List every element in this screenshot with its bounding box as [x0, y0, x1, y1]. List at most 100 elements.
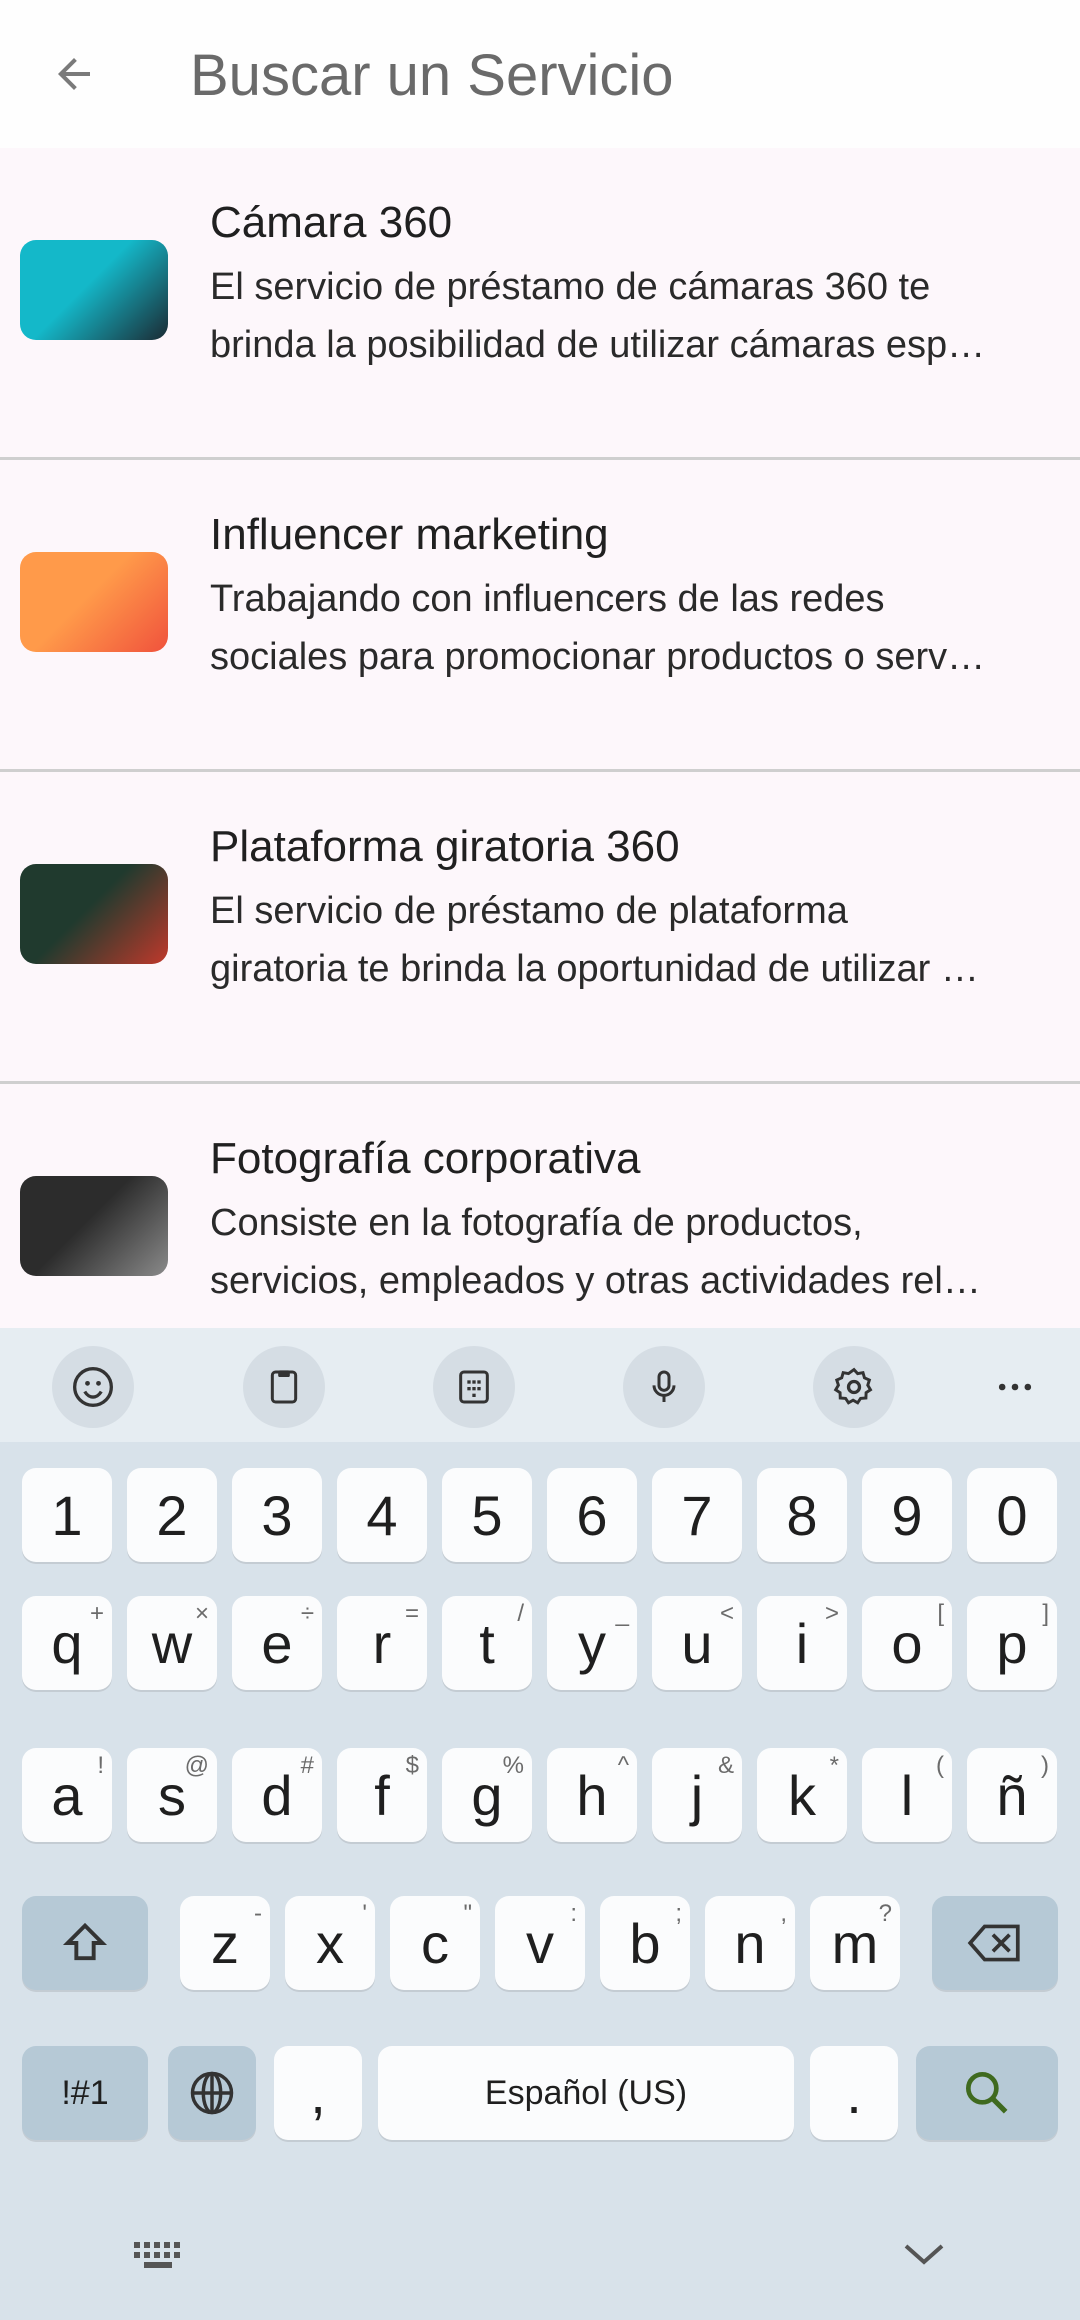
- key-1[interactable]: 1: [22, 1468, 112, 1562]
- settings-icon[interactable]: [813, 1346, 895, 1428]
- key-5[interactable]: 5: [442, 1468, 532, 1562]
- key-label: i: [795, 1611, 809, 1675]
- key-3[interactable]: 3: [232, 1468, 322, 1562]
- key-hint: ÷: [300, 1600, 314, 1627]
- search-input[interactable]: Buscar un Servicio: [190, 36, 1050, 116]
- language-key[interactable]: [168, 2046, 256, 2140]
- key-v[interactable]: v:: [495, 1896, 585, 1990]
- key-w[interactable]: w ×: [127, 1596, 217, 1690]
- key-d[interactable]: d #: [232, 1748, 322, 1842]
- key-period[interactable]: .: [810, 2046, 898, 2140]
- key-label: g: [471, 1763, 503, 1827]
- key-m[interactable]: m?: [810, 1896, 900, 1990]
- key-s[interactable]: s @: [127, 1748, 217, 1842]
- key-comma[interactable]: ,: [274, 2046, 362, 2140]
- key-hint: $: [405, 1752, 419, 1779]
- key-4[interactable]: 4: [337, 1468, 427, 1562]
- key-0[interactable]: 0: [967, 1468, 1057, 1562]
- key-u[interactable]: u <: [652, 1596, 742, 1690]
- back-button[interactable]: [40, 40, 108, 108]
- key-8[interactable]: 8: [757, 1468, 847, 1562]
- key-label: t: [479, 1611, 495, 1675]
- key-r[interactable]: r =: [337, 1596, 427, 1690]
- key-label: j: [690, 1763, 704, 1827]
- key-label: 6: [576, 1483, 608, 1547]
- key-i[interactable]: i >: [757, 1596, 847, 1690]
- key-label: 3: [261, 1483, 293, 1547]
- search-key[interactable]: [916, 2046, 1058, 2140]
- key-hint: ,: [780, 1900, 787, 1927]
- key-g[interactable]: g%: [442, 1748, 532, 1842]
- space-key[interactable]: Español (US): [378, 2046, 794, 2140]
- backspace-icon: [967, 1924, 1020, 1962]
- service-list-item[interactable]: Cámara 360 El servicio de préstamo de cá…: [0, 148, 1080, 460]
- key-y[interactable]: y _: [547, 1596, 637, 1690]
- service-description: El servicio de préstamo de cámaras 360 t…: [210, 258, 1060, 374]
- service-thumbnail: [20, 552, 168, 652]
- key-hint: /: [517, 1600, 524, 1627]
- key-hint: +: [89, 1600, 104, 1627]
- key-ñ[interactable]: ñ): [967, 1748, 1057, 1842]
- key-label: 9: [891, 1483, 923, 1547]
- globe-icon: [190, 2071, 234, 2115]
- key-7[interactable]: 7: [652, 1468, 742, 1562]
- more-icon[interactable]: [974, 1346, 1056, 1428]
- mic-icon[interactable]: [623, 1346, 705, 1428]
- key-n[interactable]: n,: [705, 1896, 795, 1990]
- service-thumbnail: [20, 1176, 168, 1276]
- key-label: l: [900, 1763, 914, 1827]
- key-hint: ): [1041, 1752, 1049, 1779]
- key-hint: @: [184, 1752, 209, 1779]
- key-q[interactable]: q +: [22, 1596, 112, 1690]
- service-description-line: giratoria te brinda la oportunidad de ut…: [210, 948, 979, 990]
- key-label: q: [51, 1611, 83, 1675]
- service-description-line: Consiste en la fotografía de productos,: [210, 1202, 863, 1244]
- key-t[interactable]: t /: [442, 1596, 532, 1690]
- key-label: ,: [310, 2061, 326, 2125]
- clipboard-icon[interactable]: [243, 1346, 325, 1428]
- symbols-key[interactable]: !#1: [22, 2046, 148, 2140]
- shift-icon: [62, 1922, 108, 1961]
- emoji-icon[interactable]: [52, 1346, 134, 1428]
- key-2[interactable]: 2: [127, 1468, 217, 1562]
- key-f[interactable]: f $: [337, 1748, 427, 1842]
- key-c[interactable]: c ": [390, 1896, 480, 1990]
- key-label: 8: [786, 1483, 818, 1547]
- key-hint: *: [829, 1752, 839, 1779]
- key-l[interactable]: l(: [862, 1748, 952, 1842]
- key-x[interactable]: x ': [285, 1896, 375, 1990]
- hide-keyboard-icon[interactable]: [900, 2234, 948, 2274]
- key-label: v: [526, 1911, 554, 1975]
- key-z[interactable]: z-: [180, 1896, 270, 1990]
- key-label: m: [831, 1911, 879, 1975]
- key-label: p: [996, 1611, 1028, 1675]
- key-hint: #: [300, 1752, 314, 1779]
- key-e[interactable]: e ÷: [232, 1596, 322, 1690]
- backspace-key[interactable]: [932, 1896, 1058, 1990]
- key-label: f: [374, 1763, 390, 1827]
- key-k[interactable]: k *: [757, 1748, 847, 1842]
- key-j[interactable]: j &: [652, 1748, 742, 1842]
- key-a[interactable]: a!: [22, 1748, 112, 1842]
- key-h[interactable]: h ^: [547, 1748, 637, 1842]
- keypad-icon[interactable]: [433, 1346, 515, 1428]
- shift-key[interactable]: [22, 1896, 148, 1990]
- keyboard-switch-icon[interactable]: [132, 2238, 188, 2274]
- key-o[interactable]: o[: [862, 1596, 952, 1690]
- service-list-item[interactable]: Plataforma giratoria 360 El servicio de …: [0, 772, 1080, 1084]
- key-hint: ": [463, 1900, 472, 1927]
- key-6[interactable]: 6: [547, 1468, 637, 1562]
- key-9[interactable]: 9: [862, 1468, 952, 1562]
- key-label: Español (US): [484, 2073, 688, 2112]
- key-label: z: [211, 1911, 239, 1975]
- key-b[interactable]: b;: [600, 1896, 690, 1990]
- key-hint: :: [570, 1900, 577, 1927]
- key-label: o: [891, 1611, 923, 1675]
- service-list-item[interactable]: Fotografía corporativa Consiste en la fo…: [0, 1084, 1080, 1328]
- service-list-item[interactable]: Influencer marketing Trabajando con infl…: [0, 460, 1080, 772]
- key-label: d: [261, 1763, 293, 1827]
- arrow-back-icon: [58, 58, 90, 90]
- key-hint: [: [937, 1600, 944, 1627]
- key-p[interactable]: p]: [967, 1596, 1057, 1690]
- key-hint: &: [717, 1752, 734, 1779]
